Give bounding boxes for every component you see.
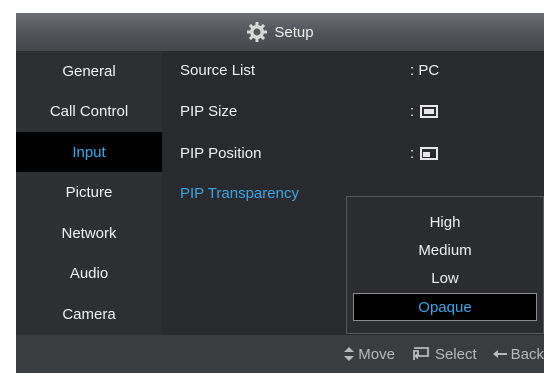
- pip-size-label[interactable]: PIP Size: [180, 103, 237, 120]
- back-label: Back: [510, 345, 544, 363]
- source-list-label[interactable]: Source List: [180, 62, 255, 79]
- sidebar-item-general[interactable]: General: [16, 51, 162, 91]
- move-label: Move: [358, 345, 395, 363]
- option-medium[interactable]: Medium: [347, 236, 543, 264]
- option-high[interactable]: High: [347, 208, 543, 236]
- sidebar-item-camera[interactable]: Camera: [16, 294, 162, 334]
- back-hint: Back: [492, 345, 544, 363]
- source-list-value: : PC: [410, 62, 440, 79]
- title-bar: Setup: [16, 13, 544, 52]
- sidebar-item-picture[interactable]: Picture: [16, 172, 162, 212]
- footer-hints: Move Select Back: [16, 335, 544, 373]
- sidebar-item-input[interactable]: Input: [16, 132, 162, 172]
- updown-arrows-icon: [344, 347, 355, 361]
- pip-size-icon: [420, 105, 439, 118]
- pip-position-icon: [420, 147, 439, 160]
- select-hint: Select: [411, 346, 477, 363]
- transparency-dropdown: High Medium Low Opaque: [346, 196, 544, 334]
- option-low[interactable]: Low: [347, 264, 543, 292]
- move-hint: Move: [344, 346, 395, 363]
- pip-transparency-label[interactable]: PIP Transparency: [180, 185, 299, 202]
- back-arrow-icon: [492, 350, 507, 358]
- sidebar-item-call-control[interactable]: Call Control: [16, 91, 162, 131]
- sidebar-item-audio[interactable]: Audio: [16, 253, 162, 293]
- sidebar: General Call Control Input Picture Netwo…: [16, 51, 162, 335]
- option-opaque[interactable]: Opaque: [353, 293, 537, 321]
- gear-icon: [247, 22, 268, 42]
- enter-icon: [413, 347, 429, 360]
- sidebar-item-network[interactable]: Network: [16, 213, 162, 253]
- pip-size-value: :: [410, 103, 439, 120]
- select-label: Select: [434, 345, 477, 363]
- pip-position-value: :: [410, 145, 439, 162]
- setup-window: Setup General Call Control Input Picture…: [16, 13, 544, 373]
- pip-position-label[interactable]: PIP Position: [180, 145, 261, 162]
- pip-position-colon: :: [410, 145, 415, 162]
- page-title: Setup: [274, 23, 314, 41]
- pip-size-colon: :: [410, 103, 415, 120]
